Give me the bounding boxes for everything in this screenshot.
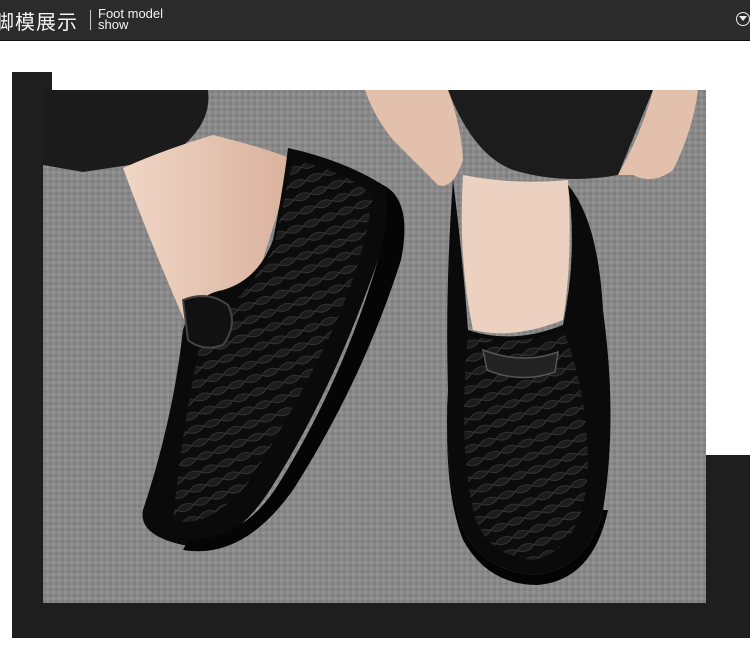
- chevron-down-circle-icon[interactable]: [736, 12, 750, 26]
- product-photo: [43, 90, 706, 603]
- decorative-frame-bottom: [12, 603, 750, 638]
- product-photo-illustration: [43, 90, 706, 603]
- section-subtitle: Foot model show: [98, 7, 163, 31]
- section-header: 脚模展示 Foot model show: [0, 0, 750, 41]
- decorative-frame-left: [12, 72, 43, 638]
- section-title: 脚模展示: [0, 10, 78, 34]
- title-divider: [90, 10, 91, 30]
- decorative-frame-top: [12, 72, 52, 90]
